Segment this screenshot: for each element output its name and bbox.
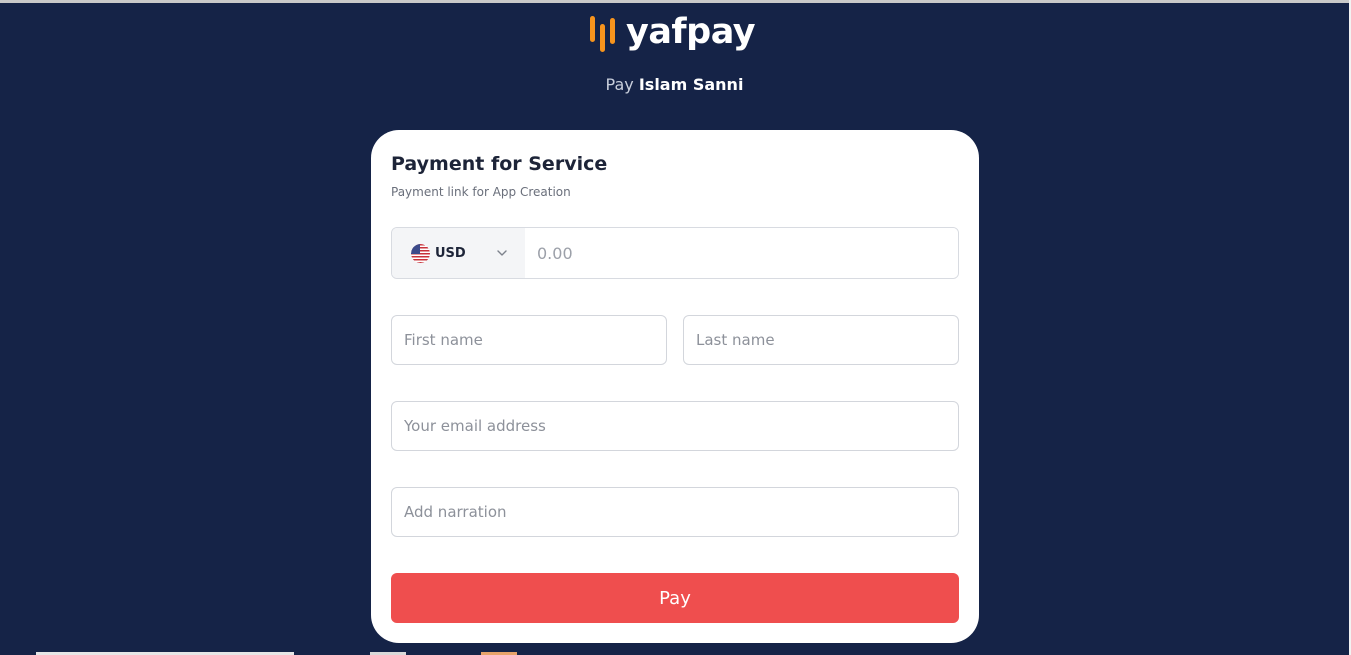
last-name-field[interactable] [683, 315, 959, 365]
currency-select[interactable]: USD [392, 228, 525, 278]
first-name-field[interactable] [391, 315, 667, 365]
pay-to-line: Pay Islam Sanni [0, 75, 1349, 94]
narration-field[interactable] [391, 487, 959, 537]
merchant-name: Islam Sanni [638, 75, 744, 94]
payment-card: Payment for Service Payment link for App… [371, 130, 979, 643]
amount-field-group: USD [391, 227, 959, 279]
payment-page: yafpay Pay Islam Sanni Payment for Servi… [0, 3, 1349, 655]
email-field[interactable] [391, 401, 959, 451]
us-flag-icon [411, 243, 430, 263]
pay-prefix: Pay [605, 75, 634, 94]
amount-input[interactable] [525, 228, 958, 278]
chevron-down-icon [497, 250, 507, 256]
brand-name: yafpay [626, 11, 756, 52]
pay-button[interactable]: Pay [391, 573, 959, 623]
card-subtitle: Payment link for App Creation [391, 185, 571, 199]
currency-code: USD [435, 245, 466, 261]
logo-bars-icon [590, 16, 615, 52]
card-title: Payment for Service [391, 153, 608, 175]
brand-logo: yafpay [588, 11, 756, 56]
